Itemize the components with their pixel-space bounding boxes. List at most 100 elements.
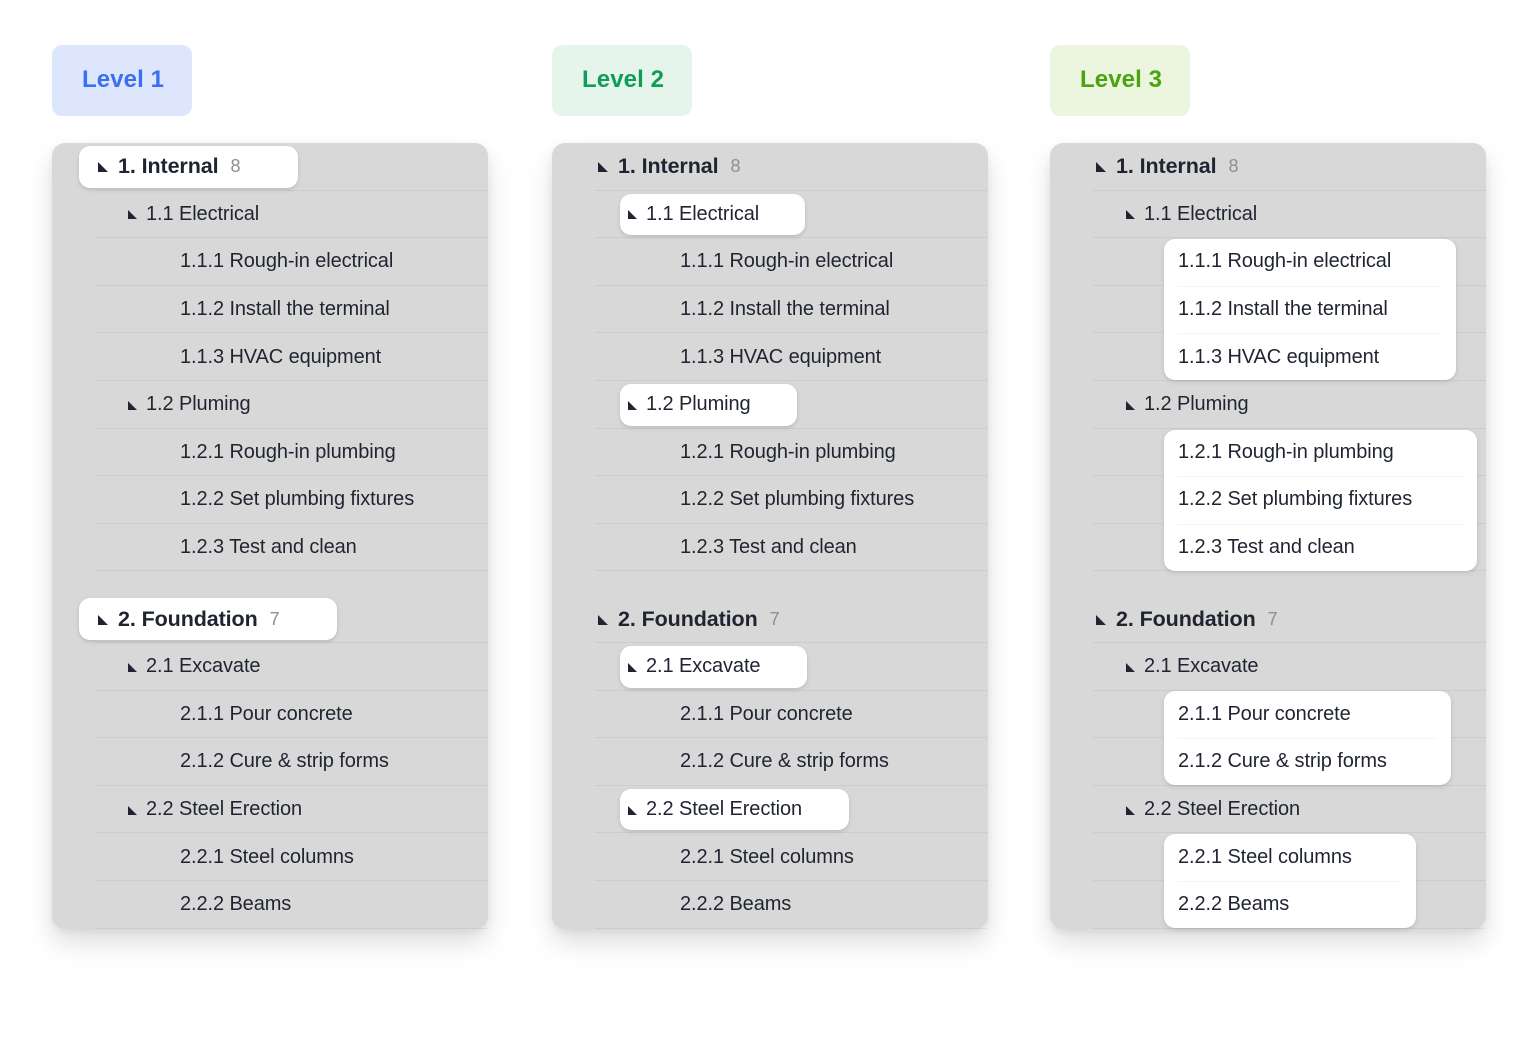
row-label: 2.2.2 Beams	[180, 893, 292, 916]
expanded-caret-icon[interactable]	[128, 400, 138, 410]
wbs-subtask-row[interactable]: 1.1.1 Rough-in electrical	[552, 238, 988, 286]
expanded-caret-icon[interactable]	[628, 209, 638, 220]
expanded-caret-icon[interactable]	[98, 614, 109, 625]
wbs-task-row[interactable]: 1.2 Pluming	[552, 381, 988, 429]
wbs-subtask-row[interactable]: 2.2.1 Steel columns	[52, 833, 488, 881]
wbs-task-row[interactable]: 1.2 Pluming	[52, 381, 488, 429]
wbs-phase-row[interactable]: 2. Foundation 7	[1050, 595, 1486, 643]
level-badge-1[interactable]: Level 1	[52, 45, 193, 116]
row-content: 1.1.2 Install the terminal	[552, 286, 890, 334]
expanded-caret-icon[interactable]	[98, 161, 109, 173]
wbs-subtask-row[interactable]: 1.2.3 Test and clean	[52, 524, 488, 572]
level-badge-2[interactable]: Level 2	[552, 45, 693, 116]
level-badge-3[interactable]: Level 3	[1050, 45, 1191, 116]
wbs-subtask-row[interactable]: 2.1.2 Cure & strip forms	[552, 738, 988, 786]
wbs-subtask-row[interactable]: 1.1.2 Install the terminal	[552, 286, 988, 334]
row-content: 1.2.2 Set plumbing fixtures	[1050, 476, 1412, 524]
expanded-caret-icon[interactable]	[128, 209, 138, 220]
expanded-caret-icon[interactable]	[1096, 614, 1107, 625]
wbs-subtask-row[interactable]: 1.2.1 Rough-in plumbing	[552, 429, 988, 477]
row-content: 2. Foundation 7	[552, 595, 780, 643]
row-content: 2.1.1 Pour concrete	[552, 691, 853, 739]
expanded-caret-icon[interactable]	[628, 662, 638, 672]
wbs-subtask-row[interactable]: 1.1.3 HVAC equipment	[552, 333, 988, 381]
wbs-group: 2. Foundation 7 2.1 Excavate 2.1.1 Pour con…	[52, 595, 488, 929]
row-content: 1.1 Electrical	[552, 191, 759, 239]
row-content: 2. Foundation 7	[52, 595, 280, 643]
wbs-subtask-row[interactable]: 2.2.2 Beams	[1050, 881, 1486, 929]
row-content: 2.1.2 Cure & strip forms	[552, 738, 889, 786]
wbs-phase-row[interactable]: 2. Foundation 7	[552, 595, 988, 643]
wbs-task-row[interactable]: 1.1 Electrical	[552, 191, 988, 239]
wbs-subtask-row[interactable]: 1.1.1 Rough-in electrical	[52, 238, 488, 286]
row-content: 2.2 Steel Erection	[1050, 786, 1300, 834]
wbs-tree-list: 1. Internal 8 1.1 Electrical 1.1.1 Rough-in…	[52, 143, 488, 929]
row-label: 1.1 Electrical	[1144, 202, 1258, 225]
row-content: 1.2 Pluming	[1050, 381, 1249, 429]
row-count-badge: 7	[1267, 608, 1278, 629]
row-label: 1.1.1 Rough-in electrical	[680, 250, 894, 273]
wbs-subtask-row[interactable]: 2.2.1 Steel columns	[1050, 833, 1486, 881]
row-label: 1.1.1 Rough-in electrical	[1178, 250, 1392, 273]
row-content: 1.2 Pluming	[52, 381, 251, 429]
wbs-tree-panel: 1. Internal 8 1.1 Electrical 1.1.1 Rough-in…	[1050, 143, 1486, 929]
wbs-task-row[interactable]: 2.2 Steel Erection	[1050, 786, 1486, 834]
wbs-subtask-row[interactable]: 1.2.2 Set plumbing fixtures	[52, 476, 488, 524]
wbs-subtask-row[interactable]: 1.2.1 Rough-in plumbing	[52, 429, 488, 477]
wbs-phase-row[interactable]: 1. Internal 8	[1050, 143, 1486, 191]
wbs-task-row[interactable]: 2.1 Excavate	[52, 643, 488, 691]
wbs-phase-row[interactable]: 2. Foundation 7	[52, 595, 488, 643]
row-label: 2.1 Excavate	[646, 655, 761, 678]
row-content: 1. Internal 8	[52, 143, 240, 191]
row-label: 2.1.2 Cure & strip forms	[1178, 750, 1387, 773]
wbs-task-row[interactable]: 2.2 Steel Erection	[52, 786, 488, 834]
wbs-phase-row[interactable]: 1. Internal 8	[52, 143, 488, 191]
expanded-caret-icon[interactable]	[1126, 209, 1136, 220]
wbs-phase-row[interactable]: 1. Internal 8	[552, 143, 988, 191]
row-content: 2.1.1 Pour concrete	[52, 691, 353, 739]
expanded-caret-icon[interactable]	[1096, 161, 1107, 173]
row-content: 1.1.1 Rough-in electrical	[552, 238, 893, 286]
wbs-subtask-row[interactable]: 2.2.1 Steel columns	[552, 833, 988, 881]
expanded-caret-icon[interactable]	[598, 614, 609, 625]
row-count-badge: 8	[230, 156, 241, 177]
wbs-subtask-row[interactable]: 2.1.1 Pour concrete	[52, 691, 488, 739]
wbs-subtask-row[interactable]: 1.2.3 Test and clean	[552, 524, 988, 572]
expanded-caret-icon[interactable]	[1126, 805, 1136, 815]
row-label: 1.1.3 HVAC equipment	[180, 345, 382, 368]
expanded-caret-icon[interactable]	[628, 805, 638, 815]
wbs-subtask-row[interactable]: 1.1.3 HVAC equipment	[52, 333, 488, 381]
wbs-subtask-row[interactable]: 1.2.2 Set plumbing fixtures	[552, 476, 988, 524]
expanded-caret-icon[interactable]	[1126, 400, 1136, 410]
row-label: 2. Foundation	[618, 606, 758, 631]
row-label: 1.1 Electrical	[646, 202, 760, 225]
row-label: 1.2.1 Rough-in plumbing	[1178, 440, 1394, 463]
wbs-task-row[interactable]: 1.1 Electrical	[52, 191, 488, 239]
wbs-subtask-row[interactable]: 2.2.2 Beams	[552, 881, 988, 929]
expanded-caret-icon[interactable]	[128, 662, 138, 672]
row-label: 1.2.3 Test and clean	[680, 536, 857, 559]
expanded-caret-icon[interactable]	[598, 161, 609, 173]
wbs-subtask-row[interactable]: 2.1.1 Pour concrete	[552, 691, 988, 739]
wbs-task-row[interactable]: 2.1 Excavate	[552, 643, 988, 691]
wbs-task-row[interactable]: 1.1 Electrical	[1050, 191, 1486, 239]
wbs-task-row[interactable]: 2.1 Excavate	[1050, 643, 1486, 691]
row-label: 2.2.2 Beams	[680, 893, 792, 916]
row-label: 2.2 Steel Erection	[146, 798, 303, 821]
row-count-badge: 8	[730, 156, 741, 177]
row-label: 2. Foundation	[118, 606, 258, 631]
wbs-task-row[interactable]: 1.2 Pluming	[1050, 381, 1486, 429]
wbs-task-row[interactable]: 2.2 Steel Erection	[552, 786, 988, 834]
row-label: 2.2.2 Beams	[1178, 893, 1290, 916]
expanded-caret-icon[interactable]	[628, 400, 638, 410]
wbs-subtask-row[interactable]: 2.2.2 Beams	[52, 881, 488, 929]
wbs-level-comparison-board: Level 1 1. Internal 8 1.1 Electrical 1.1.1 R…	[0, 0, 1536, 1040]
wbs-subtask-row[interactable]: 1.1.2 Install the terminal	[52, 286, 488, 334]
expanded-caret-icon[interactable]	[128, 805, 138, 815]
expanded-caret-icon[interactable]	[1126, 662, 1136, 672]
row-label: 1.2.1 Rough-in plumbing	[680, 440, 896, 463]
row-label: 2.1 Excavate	[146, 655, 261, 678]
wbs-subtask-row[interactable]: 2.1.2 Cure & strip forms	[52, 738, 488, 786]
row-label: 1.2.1 Rough-in plumbing	[180, 440, 396, 463]
row-label: 2.2.1 Steel columns	[680, 845, 854, 868]
